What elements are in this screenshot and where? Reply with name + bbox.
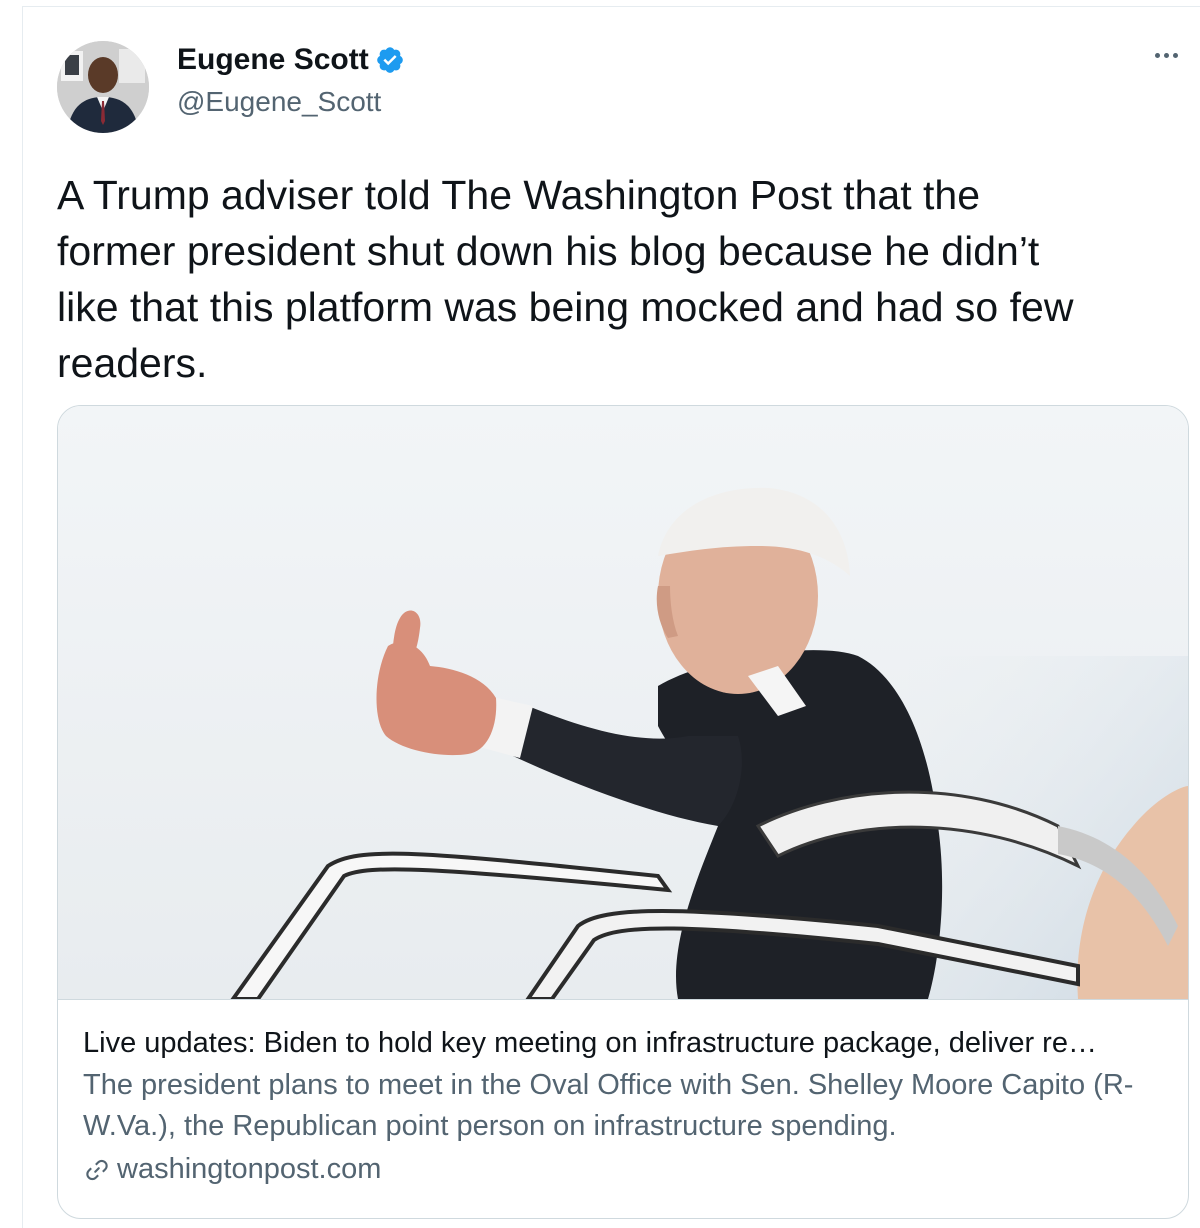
link-card[interactable]: Live updates: Biden to hold key meeting … <box>57 405 1189 1219</box>
author-name-row[interactable]: Eugene Scott <box>177 43 405 77</box>
more-options-button[interactable] <box>1146 41 1186 69</box>
link-card-image <box>58 406 1188 999</box>
ellipsis-icon-dot <box>1172 52 1178 58</box>
link-card-description: The president plans to meet in the Oval … <box>83 1069 1134 1142</box>
link-card-title[interactable]: Live updates: Biden to hold key meeting … <box>83 1022 1163 1064</box>
link-card-domain: washingtonpost.com <box>117 1153 382 1185</box>
ellipsis-icon-dot <box>1154 52 1160 58</box>
link-card-body: Live updates: Biden to hold key meeting … <box>58 999 1188 1218</box>
profile-photo <box>57 41 149 133</box>
ellipsis-icon-dot <box>1163 52 1169 58</box>
link-icon <box>86 1159 108 1180</box>
tweet: Eugene Scott @Eugene_Scott A Trump advis… <box>23 7 1200 1228</box>
author-display-name[interactable]: Eugene Scott <box>177 43 369 77</box>
author-handle[interactable]: @Eugene_Scott <box>177 86 381 118</box>
avatar[interactable] <box>57 41 149 133</box>
tweet-text: A Trump adviser told The Washington Post… <box>57 172 1074 386</box>
link-card-domain-row: washingtonpost.com <box>83 1153 1163 1186</box>
verified-badge-icon <box>376 47 403 73</box>
